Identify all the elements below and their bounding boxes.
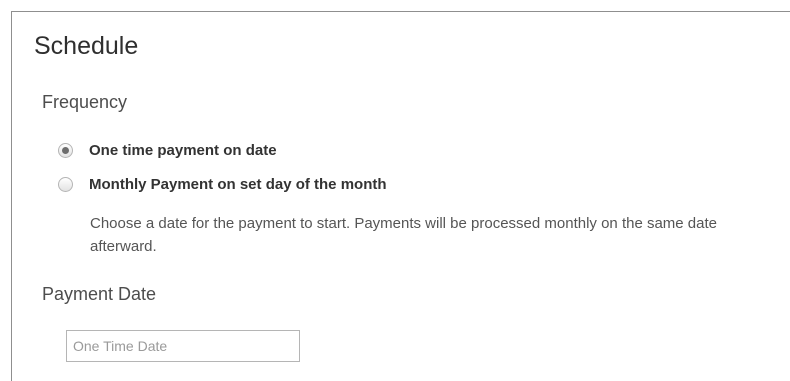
one-time-payment-option[interactable]: One time payment on date (58, 142, 277, 159)
frequency-label: Frequency (42, 92, 128, 112)
monthly-payment-radio[interactable] (58, 177, 73, 192)
monthly-payment-option[interactable]: Monthly Payment on set day of the month (58, 176, 387, 193)
schedule-title: Schedule (34, 32, 139, 60)
payment-date-input[interactable] (66, 330, 300, 362)
schedule-panel: Schedule Frequency One time payment on d… (11, 11, 790, 381)
one-time-payment-label: One time payment on date (89, 142, 277, 159)
monthly-payment-label: Monthly Payment on set day of the month (89, 176, 387, 193)
payment-date-label: Payment Date (42, 284, 157, 304)
monthly-payment-help-text: Choose a date for the payment to start. … (90, 215, 718, 255)
one-time-payment-radio[interactable] (58, 143, 73, 158)
